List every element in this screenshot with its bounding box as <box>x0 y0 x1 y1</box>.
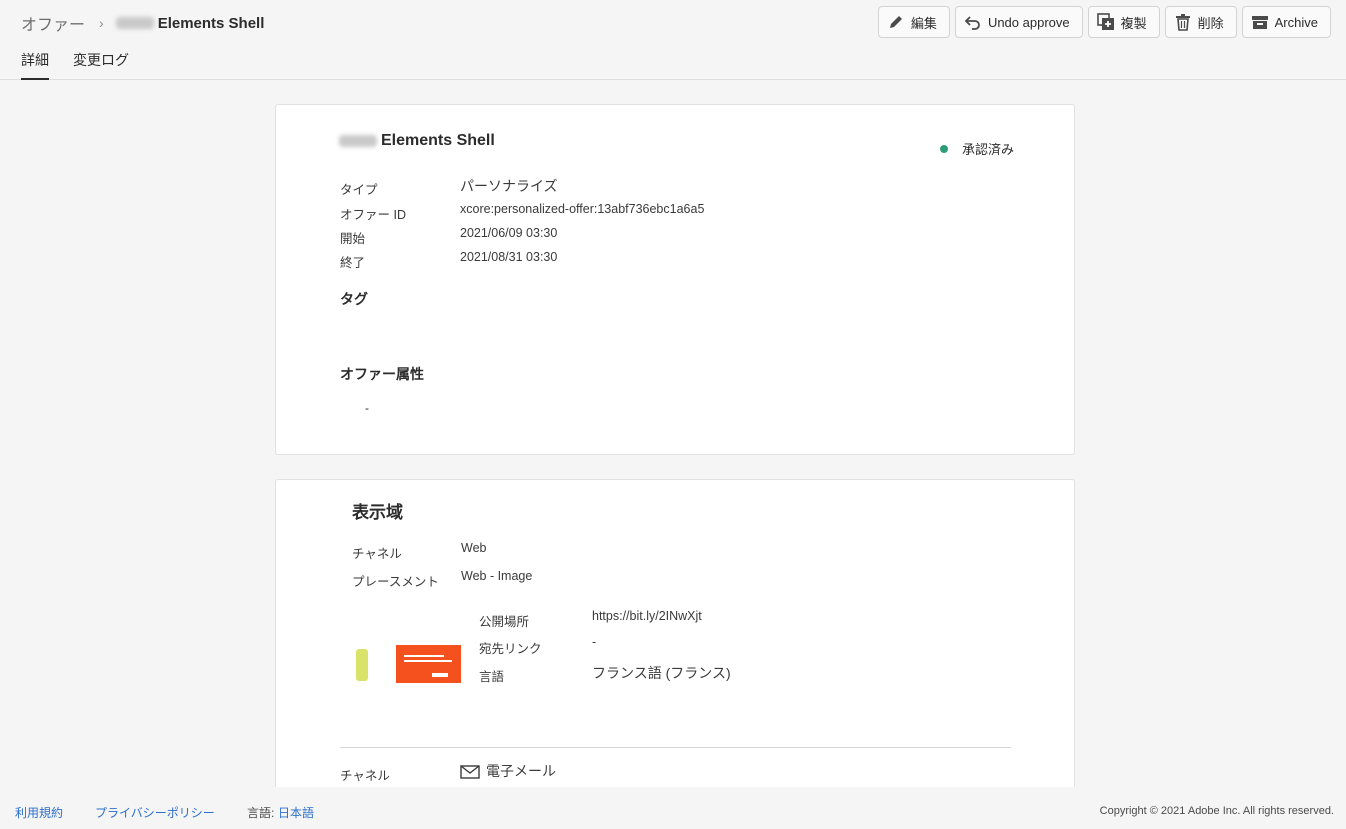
field-value: 2021/06/09 03:30 <box>460 226 558 240</box>
tab-bar: 詳細 変更ログ <box>21 50 153 80</box>
offer-details-card: Elements Shell 承認済み タイプ パーソナライズ オファー ID … <box>275 104 1075 455</box>
archive-button[interactable]: Archive <box>1241 6 1331 38</box>
field-value: パーソナライズ <box>460 178 558 194</box>
chevron-right-icon: › <box>99 15 104 31</box>
language-label: 言語: <box>247 806 275 820</box>
mail-icon <box>460 764 480 780</box>
tab-changelog[interactable]: 変更ログ <box>73 50 129 80</box>
field-label: 公開場所 <box>479 615 530 629</box>
tab-details[interactable]: 詳細 <box>21 50 49 80</box>
field-value: https://bit.ly/2INwXjt <box>592 609 702 623</box>
breadcrumb-current: Elements Shell <box>157 14 265 32</box>
field-value: フランス語 (フランス) <box>592 665 731 681</box>
offer-title-text: Elements Shell <box>381 132 495 149</box>
delete-button[interactable]: 削除 <box>1164 6 1237 38</box>
divider <box>340 747 1011 748</box>
field-value: 電子メール <box>460 761 860 781</box>
trash-icon <box>1174 13 1192 31</box>
status-dot-icon <box>939 144 948 153</box>
copyright-text: Copyright © 2021 Adobe Inc. All rights r… <box>1099 805 1334 817</box>
archive-label: Archive <box>1274 14 1318 30</box>
delete-label: 削除 <box>1197 15 1224 31</box>
action-toolbar: 編集 Undo approve 複製 削除 Archive <box>877 6 1331 38</box>
pencil-icon <box>887 13 905 31</box>
field-label: 宛先リンク <box>479 642 542 656</box>
email-channel-text: 電子メール <box>486 763 556 779</box>
field-label: 終了 <box>340 256 366 270</box>
field-label: 開始 <box>340 232 366 246</box>
representations-card: 表示域 チャネル Web プレースメント Web - Image 公開場所 ht… <box>275 479 1075 799</box>
undo-icon <box>964 13 982 31</box>
breadcrumb-root-link[interactable]: オファー <box>21 11 85 35</box>
status-text: 承認済み <box>961 142 1014 157</box>
undo-approve-label: Undo approve <box>987 14 1070 30</box>
field-label: タイプ <box>340 183 378 197</box>
field-value: - <box>592 635 597 649</box>
field-label: オファー ID <box>340 208 406 222</box>
duplicate-icon <box>1096 13 1115 31</box>
field-label: プレースメント <box>352 575 439 589</box>
page-footer: 利用規約 プライバシーポリシー 言語: 日本語 Copyright © 2021… <box>0 787 1346 829</box>
field-value: Web <box>461 541 487 555</box>
offer-title: Elements Shell <box>339 132 495 150</box>
edit-label: 編集 <box>910 15 937 31</box>
content-thumbnail-image <box>340 645 461 683</box>
tags-heading: タグ <box>340 291 368 307</box>
redacted-text <box>339 135 377 147</box>
undo-approve-button[interactable]: Undo approve <box>954 6 1083 38</box>
representations-title: 表示域 <box>352 503 403 522</box>
terms-link[interactable]: 利用規約 <box>15 804 63 821</box>
field-value: 2021/08/31 03:30 <box>460 250 558 264</box>
status-badge: 承認済み <box>939 139 1014 158</box>
privacy-link[interactable]: プライバシーポリシー <box>95 804 215 821</box>
field-label: チャネル <box>340 769 390 783</box>
redacted-text <box>115 17 154 29</box>
duplicate-button[interactable]: 複製 <box>1087 6 1160 38</box>
offer-attributes-heading: オファー属性 <box>340 366 424 382</box>
edit-button[interactable]: 編集 <box>877 6 950 38</box>
breadcrumb: オファー › Elements Shell <box>21 11 264 35</box>
field-label: チャネル <box>352 547 402 561</box>
field-value: xcore:personalized-offer:13abf736ebc1a6a… <box>460 202 705 216</box>
archive-icon <box>1251 13 1269 31</box>
page-header: オファー › Elements Shell 詳細 変更ログ 編集 Undo ap… <box>0 0 1346 80</box>
field-value: Web - Image <box>461 569 533 583</box>
language-link[interactable]: 日本語 <box>278 804 314 821</box>
offer-attributes-value: - <box>365 401 369 415</box>
duplicate-label: 複製 <box>1120 15 1147 31</box>
field-label: 言語 <box>479 670 505 684</box>
